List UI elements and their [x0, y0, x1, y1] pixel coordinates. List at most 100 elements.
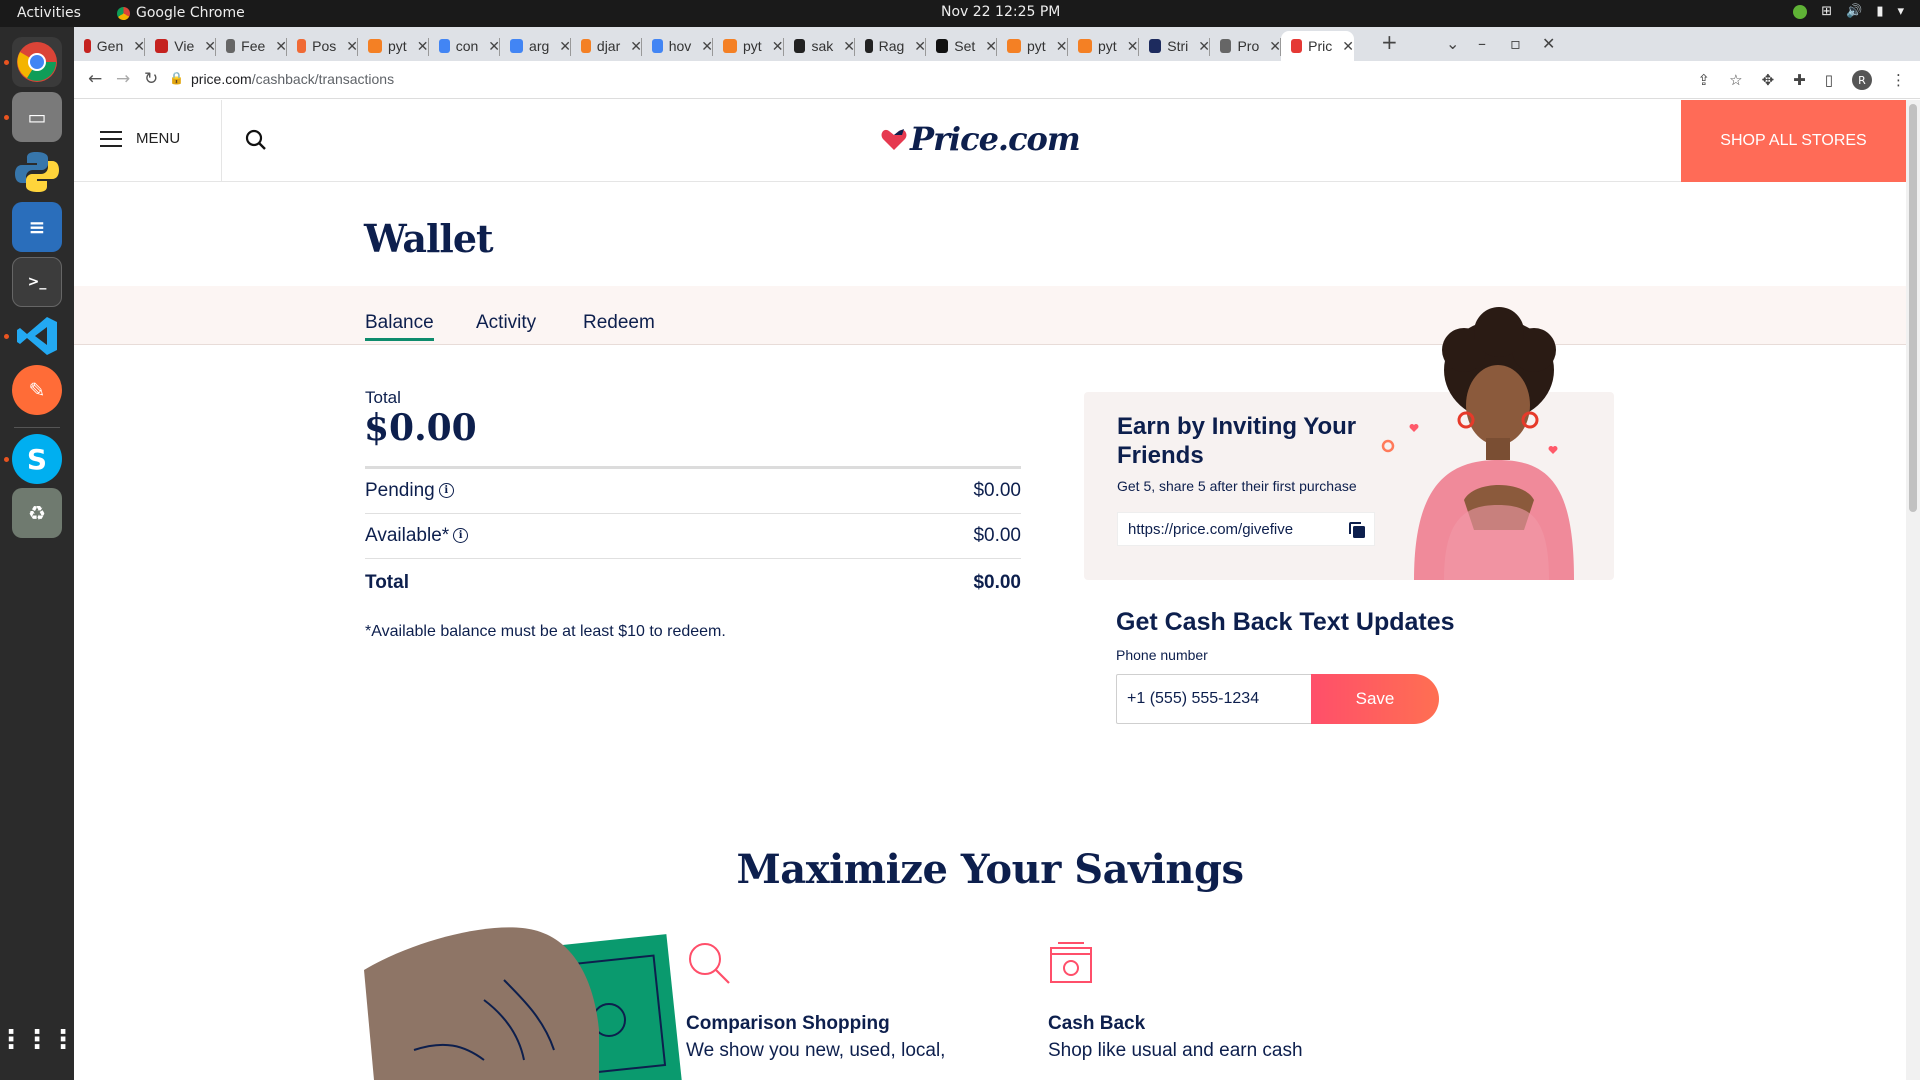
new-tab-button[interactable]: + — [1381, 30, 1398, 54]
address-toolbar: ← → ↻ 🔒 price.com/cashback/transactions … — [74, 61, 1920, 99]
tab-label: pyt — [1027, 38, 1046, 54]
logo-text: Price.com — [910, 120, 1081, 158]
browser-tab[interactable]: Pro ✕ — [1210, 31, 1281, 61]
toolbar-actions: ⇪ ☆ ✥ ✚ ▯ R ⋮ — [1698, 70, 1906, 90]
browser-tab[interactable]: pyt ✕ — [997, 31, 1068, 61]
tab-favicon-icon — [1007, 39, 1021, 53]
power-menu-icon[interactable]: ▾ — [1897, 4, 1904, 19]
copy-icon[interactable] — [1348, 521, 1366, 539]
cash-register-icon — [1050, 942, 1092, 983]
running-indicator — [4, 115, 9, 120]
status-icon[interactable] — [1793, 4, 1808, 19]
tab-search-icon[interactable]: ⌄ — [1446, 34, 1459, 53]
browser-tab[interactable]: pyt ✕ — [713, 31, 784, 61]
files-dock-icon[interactable]: ▭ — [12, 92, 62, 142]
vscode-dock-icon[interactable] — [12, 311, 62, 361]
extension-icon[interactable]: ✥ — [1762, 71, 1775, 89]
minimize-window-button[interactable]: – — [1478, 34, 1486, 53]
browser-tab[interactable]: pyt ✕ — [1068, 31, 1139, 61]
browser-tab[interactable]: Pric ✕ — [1281, 31, 1354, 61]
tab-favicon-icon — [84, 39, 91, 53]
network-icon[interactable]: ⊞ — [1821, 4, 1832, 19]
search-icon[interactable] — [244, 128, 268, 152]
shop-all-stores-button[interactable]: SHOP ALL STORES — [1681, 100, 1906, 182]
browser-tab[interactable]: Pos ✕ — [287, 31, 358, 61]
system-top-bar: Activities Google Chrome Nov 22 12:25 PM… — [0, 0, 1920, 27]
battery-icon[interactable]: ▮ — [1876, 4, 1883, 19]
available-value: $0.00 — [973, 525, 1021, 546]
tab-favicon-icon — [581, 39, 591, 53]
dock-separator — [14, 427, 60, 428]
reload-icon[interactable]: ↻ — [144, 69, 158, 89]
site-logo[interactable]: Price.com — [880, 120, 1081, 158]
browser-tab[interactable]: arg ✕ — [500, 31, 571, 61]
info-icon[interactable]: i — [438, 483, 454, 499]
writer-dock-icon[interactable]: ≡ — [12, 202, 62, 252]
tab-close-icon[interactable]: ✕ — [772, 38, 784, 55]
system-tray[interactable]: ⊞ 🔊 ▮ ▾ — [1793, 4, 1904, 19]
tab-close-icon[interactable]: ✕ — [1056, 38, 1068, 55]
menu-button[interactable]: MENU — [100, 130, 180, 147]
tab-close-icon[interactable]: ✕ — [1127, 38, 1139, 55]
browser-tab[interactable]: Stri ✕ — [1139, 31, 1210, 61]
invite-link-field[interactable]: https://price.com/givefive — [1117, 512, 1375, 546]
clock[interactable]: Nov 22 12:25 PM — [941, 4, 1060, 20]
tab-redeem[interactable]: Redeem — [583, 312, 655, 334]
browser-tab[interactable]: Gen ✕ — [74, 31, 145, 61]
running-indicator — [4, 334, 9, 339]
tab-close-icon[interactable]: ✕ — [417, 38, 429, 55]
browser-tab[interactable]: pyt ✕ — [358, 31, 429, 61]
browser-tab[interactable]: Rag ✕ — [855, 31, 926, 61]
side-panel-icon[interactable]: ▯ — [1825, 71, 1833, 89]
tab-label: Pos — [312, 38, 337, 54]
scrollbar-thumb[interactable] — [1909, 104, 1917, 512]
heart-tag-icon — [881, 129, 907, 150]
app-menu[interactable]: Google Chrome — [117, 5, 245, 21]
tab-favicon-icon — [1291, 39, 1303, 53]
page-scrollbar[interactable] — [1906, 100, 1920, 1080]
feature-text-comparison: We show you new, used, local, — [686, 1040, 946, 1061]
volume-icon[interactable]: 🔊 — [1846, 4, 1862, 19]
python-dock-icon[interactable] — [12, 147, 62, 197]
app-name: Google Chrome — [136, 5, 245, 21]
pending-label: Pending — [365, 480, 435, 501]
chrome-menu-icon[interactable]: ⋮ — [1891, 71, 1906, 89]
tab-favicon-icon — [1220, 39, 1232, 53]
extensions-puzzle-icon[interactable]: ✚ — [1793, 71, 1806, 89]
trash-dock-icon[interactable]: ♻ — [12, 488, 62, 538]
lock-icon[interactable]: 🔒 — [169, 71, 184, 85]
address-bar[interactable]: price.com/cashback/transactions — [191, 71, 394, 87]
skype-dock-icon[interactable]: S — [12, 434, 62, 484]
chrome-dock-icon[interactable] — [12, 37, 62, 87]
browser-tab[interactable]: sak ✕ — [784, 31, 855, 61]
show-apps-icon[interactable]: ⋮⋮⋮ — [0, 1015, 76, 1065]
share-icon[interactable]: ⇪ — [1698, 71, 1711, 89]
restore-window-button[interactable]: ▫ — [1510, 34, 1521, 53]
save-button[interactable]: Save — [1311, 674, 1439, 724]
close-window-button[interactable]: ✕ — [1542, 34, 1555, 53]
browser-tab[interactable]: hov ✕ — [642, 31, 713, 61]
bookmark-star-icon[interactable]: ☆ — [1729, 71, 1742, 89]
invite-subtitle: Get 5, share 5 after their first purchas… — [1117, 478, 1357, 494]
forward-icon[interactable]: → — [116, 69, 130, 89]
activities-button[interactable]: Activities — [17, 5, 81, 21]
browser-tab[interactable]: djar ✕ — [571, 31, 642, 61]
tab-label: Fee — [241, 38, 266, 54]
browser-tab[interactable]: Vie ✕ — [145, 31, 216, 61]
phone-number-input[interactable] — [1116, 674, 1313, 724]
info-icon[interactable]: i — [453, 528, 469, 544]
tab-activity[interactable]: Activity — [476, 312, 536, 334]
postman-dock-icon[interactable]: ✎ — [12, 365, 62, 415]
tab-favicon-icon — [936, 39, 949, 53]
tab-label: pyt — [743, 38, 762, 54]
terminal-dock-icon[interactable]: >_ — [12, 257, 62, 307]
back-icon[interactable]: ← — [88, 69, 102, 89]
profile-avatar[interactable]: R — [1852, 70, 1872, 90]
tab-balance[interactable]: Balance — [365, 312, 434, 341]
tab-close-icon[interactable]: ✕ — [1342, 38, 1354, 55]
url-host: price.com — [191, 71, 252, 87]
browser-tab[interactable]: Fee ✕ — [216, 31, 287, 61]
browser-tab[interactable]: con ✕ — [429, 31, 500, 61]
savings-title: Maximize Your Savings — [736, 846, 1245, 893]
browser-tab[interactable]: Set ✕ — [926, 31, 997, 61]
